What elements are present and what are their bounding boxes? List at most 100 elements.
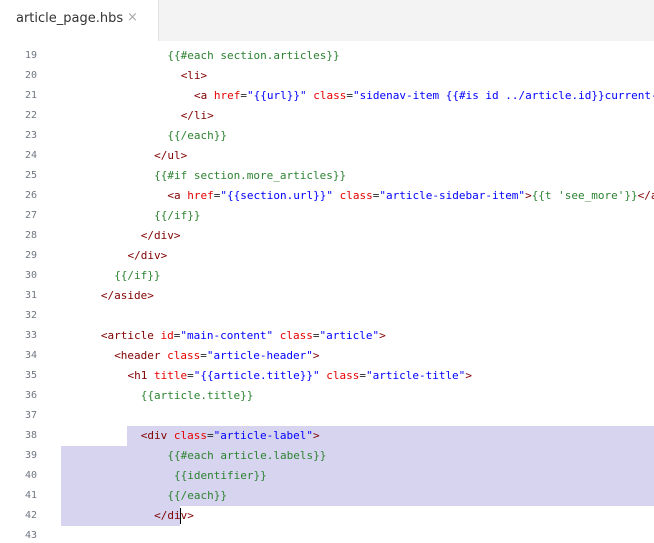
line-number: 39 (24, 450, 37, 461)
code-token: > (312, 349, 320, 362)
line-number: 30 (24, 270, 37, 281)
code-line: 20 <li> (0, 66, 654, 86)
code-line: 23 {{/each}} (0, 126, 654, 146)
code-token: {{#each article.labels}} (167, 449, 327, 462)
code-token: > (465, 369, 472, 382)
line-code: <h1 title="{{article.title}}" class="art… (128, 366, 472, 386)
code-token: = (200, 349, 207, 362)
code-line: 22 </li> (0, 106, 654, 126)
code-token: "{{article.title}}" (193, 369, 320, 382)
line-code: {{#each section.articles}} (167, 46, 339, 66)
code-line: 24 </ul> (0, 146, 654, 166)
line-number: 28 (24, 230, 37, 241)
code-line: 40 {{identifier}} (0, 466, 654, 486)
line-number: 31 (24, 290, 37, 301)
code-token: "article-header" (206, 349, 313, 362)
code-token: = (346, 89, 353, 102)
code-line: 28 </div> (0, 226, 654, 246)
line-number: 26 (24, 190, 37, 201)
code-token: > (525, 189, 532, 202)
code-line: 34 <header class="article-header"> (0, 346, 654, 366)
line-number: 21 (24, 90, 37, 101)
close-icon[interactable]: × (127, 10, 138, 25)
line-number: 20 (24, 70, 37, 81)
code-token: "article" (319, 329, 380, 342)
code-line: 42 </div> (0, 506, 654, 526)
code-token: <li> (180, 69, 208, 82)
code-token: = (359, 369, 366, 382)
line-number: 40 (24, 470, 37, 481)
code-token: {{/each}} (167, 489, 227, 502)
code-token: {{/if}} (154, 209, 201, 222)
code-token: <a (194, 89, 214, 102)
code-token: "{{url}}" (247, 89, 307, 102)
code-token: {{article.title}} (140, 389, 254, 402)
line-code: </aside> (101, 286, 154, 306)
line-code: {{identifier}} (167, 466, 267, 486)
line-code: <a href="{{section.url}}" class="article… (167, 186, 654, 206)
code-line: 26 <a href="{{section.url}}" class="artic… (0, 186, 654, 206)
code-line: 19 {{#each section.articles}} (0, 46, 654, 66)
line-number: 24 (24, 150, 37, 161)
code-token: = (187, 369, 194, 382)
code-token: = (240, 89, 247, 102)
code-token: "{{section.url}}" (220, 189, 333, 202)
line-number: 36 (24, 390, 37, 401)
code-token: href (213, 89, 241, 102)
line-code: </li> (181, 106, 214, 126)
code-line: 25 {{#if section.more_articles}} (0, 166, 654, 186)
code-token: class (313, 89, 347, 102)
code-token: <header (114, 349, 168, 362)
line-code: {{/each}} (167, 126, 227, 146)
code-token: "article-sidebar-item" (379, 189, 526, 202)
code-token: {{t 'see_more'}} (531, 189, 638, 202)
line-code: {{#if section.more_articles}} (154, 166, 346, 186)
code-token: <div (140, 429, 174, 442)
code-token: class (279, 329, 313, 342)
line-code: </div> (128, 246, 168, 266)
line-number: 34 (24, 350, 37, 361)
line-code: {{article.title}} (141, 386, 254, 406)
code-token: title (154, 369, 188, 382)
code-token: {{/each}} (167, 129, 227, 142)
line-number: 37 (24, 410, 37, 421)
code-token: {{identifier}} (167, 469, 267, 482)
code-token: </aside> (100, 289, 154, 302)
code-token: class (173, 429, 208, 442)
code-token: </ul> (154, 149, 188, 162)
line-code: </div> (141, 226, 181, 246)
code-token: </li> (180, 109, 214, 122)
code-token: "sidenav-item {{#is id ../article.id}}cu… (352, 89, 654, 102)
line-number: 29 (24, 250, 37, 261)
code-token: id (160, 329, 174, 342)
line-number: 23 (24, 130, 37, 141)
code-line: 36 {{article.title}} (0, 386, 654, 406)
line-code: {{#each article.labels}} (167, 446, 326, 466)
code-token: <h1 (127, 369, 154, 382)
line-number: 27 (24, 210, 37, 221)
code-token: class (326, 369, 360, 382)
code-token: "article-title" (365, 369, 466, 382)
code-line: 21 <a href="{{url}}" class="sidenav-item … (0, 86, 654, 106)
line-number: 43 (24, 530, 37, 541)
code-line: 35 <h1 title="{{article.title}}" class="a… (0, 366, 654, 386)
tab-label: article_page.hbs (16, 11, 124, 26)
code-token: <a (167, 189, 188, 202)
code-line: 41 {{/each}} (0, 486, 654, 506)
code-token: href (187, 189, 214, 202)
code-editor[interactable]: 19 {{#each section.articles}} 20 <li> 21 <a h… (0, 41, 654, 543)
tab-article-page[interactable]: article_page.hbs × (0, 0, 159, 41)
line-number: 38 (24, 430, 37, 441)
text-cursor (180, 508, 181, 524)
code-token: > (379, 329, 386, 342)
line-code: {{/if}} (114, 266, 160, 286)
line-number: 35 (24, 370, 37, 381)
code-line: 27 {{/if}} (0, 206, 654, 226)
tab-bar: article_page.hbs × (0, 0, 654, 41)
line-number: 33 (24, 330, 37, 341)
line-code: <article id="main-content" class="articl… (101, 326, 386, 346)
line-number: 42 (24, 510, 37, 521)
code-token: </div> (127, 249, 168, 262)
code-token: </div> (140, 229, 181, 242)
